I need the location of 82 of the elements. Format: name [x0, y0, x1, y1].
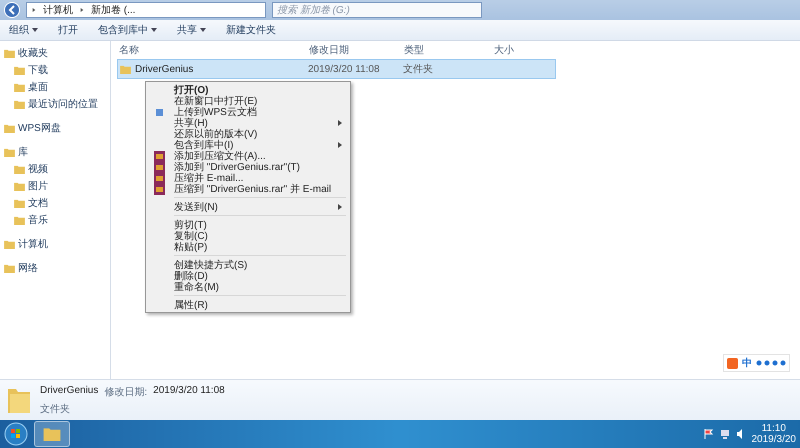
input-method-icon[interactable]: [727, 358, 738, 368]
menu-item[interactable]: 粘贴(P): [148, 241, 348, 252]
sidebar-item[interactable]: 网络: [0, 260, 110, 276]
menu-item[interactable]: 复制(C): [148, 230, 348, 241]
clock[interactable]: 11:10 2019/3/20: [752, 423, 796, 445]
caret-icon: [200, 28, 206, 32]
menu-item[interactable]: 上传到WPS云文档: [148, 106, 348, 117]
menu-item[interactable]: 删除(D): [148, 270, 348, 281]
archive-icon: [154, 173, 165, 184]
menu-item[interactable]: 打开(O): [148, 84, 348, 95]
upload-icon: [154, 107, 165, 118]
column-header[interactable]: 修改日期: [309, 43, 404, 57]
menu-item[interactable]: 压缩到 "DriverGenius.rar" 并 E-mail: [148, 183, 348, 194]
folder-icon: [14, 100, 25, 108]
folder-icon: [4, 48, 15, 58]
menu-item[interactable]: 在新窗口中打开(E): [148, 95, 348, 106]
folder-icon: [4, 240, 15, 248]
archive-icon: [154, 162, 165, 173]
toolbar-button[interactable]: 新建文件夹: [223, 22, 279, 38]
caret-icon: [151, 28, 157, 32]
menu-item[interactable]: 创建快捷方式(S): [148, 259, 348, 270]
sidebar-item[interactable]: 库: [0, 144, 110, 160]
column-header[interactable]: 类型: [404, 43, 494, 57]
folder-icon: [14, 182, 25, 190]
folder-icon: [4, 264, 15, 272]
breadcrumb[interactable]: 计算机: [43, 3, 73, 17]
column-header[interactable]: 大小: [494, 43, 554, 57]
search-field[interactable]: 搜索 新加卷 (G:): [272, 2, 482, 18]
submenu-arrow-icon: [338, 204, 342, 210]
submenu-arrow-icon: [338, 142, 342, 148]
sidebar-item[interactable]: 最近访问的位置: [0, 96, 110, 112]
flag-icon[interactable]: [704, 429, 714, 439]
menu-item[interactable]: 添加到压缩文件(A)...: [148, 150, 348, 161]
archive-icon: [154, 151, 165, 162]
modified-date: 2019/3/20 11:08: [153, 384, 225, 398]
toolbar-button[interactable]: 共享: [174, 22, 209, 38]
menu-item[interactable]: 包含到库中(I): [148, 139, 348, 150]
sidebar-item[interactable]: 图片: [0, 178, 110, 194]
breadcrumb[interactable]: 新加卷 (...: [91, 3, 136, 17]
column-header[interactable]: 名称: [119, 43, 309, 57]
folder-icon: [43, 427, 61, 441]
folder-icon: [14, 82, 25, 92]
sidebar-item[interactable]: 音乐: [0, 212, 110, 228]
menu-item[interactable]: 添加到 "DriverGenius.rar"(T): [148, 161, 348, 172]
archive-icon: [154, 184, 165, 195]
menu-item[interactable]: 压缩并 E-mail...: [148, 172, 348, 183]
input-mode[interactable]: 中: [742, 356, 752, 370]
toolbar-button[interactable]: 组织: [6, 22, 41, 38]
folder-icon: [14, 164, 25, 174]
sidebar-item[interactable]: WPS网盘: [0, 120, 110, 136]
sidebar-item[interactable]: 桌面: [0, 79, 110, 95]
ime-tool-icon[interactable]: [756, 359, 786, 367]
back-button[interactable]: [4, 2, 20, 18]
address-bar[interactable]: 计算机 新加卷 (...: [26, 2, 266, 18]
file-type: 文件夹: [40, 402, 71, 416]
folder-icon: [4, 148, 15, 156]
submenu-arrow-icon: [338, 120, 342, 126]
folder-icon: [14, 66, 25, 74]
file-name: DriverGenius: [40, 384, 98, 398]
menu-item[interactable]: 剪切(T): [148, 219, 348, 230]
folder-icon: [120, 64, 131, 74]
sidebar-item[interactable]: 文档: [0, 195, 110, 211]
chevron-icon: [79, 8, 85, 12]
menu-item[interactable]: 共享(H): [148, 117, 348, 128]
sidebar-item[interactable]: 视频: [0, 161, 110, 177]
modified-label: 修改日期:: [104, 386, 148, 398]
menu-item[interactable]: 属性(R): [148, 299, 348, 310]
sidebar-item[interactable]: 计算机: [0, 236, 110, 252]
folder-icon: [14, 198, 25, 208]
folder-icon: [4, 124, 15, 132]
sidebar-item[interactable]: 收藏夹: [0, 45, 110, 61]
sidebar-item[interactable]: 下载: [0, 62, 110, 78]
file-row[interactable]: DriverGenius 2019/3/20 11:08 文件夹: [117, 59, 556, 79]
menu-item[interactable]: 重命名(M): [148, 281, 348, 292]
folder-icon: [14, 216, 25, 224]
start-button[interactable]: [4, 422, 28, 446]
caret-icon: [32, 28, 38, 32]
toolbar-button[interactable]: 包含到库中: [95, 22, 160, 38]
toolbar-button[interactable]: 打开: [55, 22, 81, 38]
menu-item[interactable]: 发送到(N): [148, 201, 348, 212]
menu-item[interactable]: 还原以前的版本(V): [148, 128, 348, 139]
chevron-icon: [31, 8, 37, 12]
